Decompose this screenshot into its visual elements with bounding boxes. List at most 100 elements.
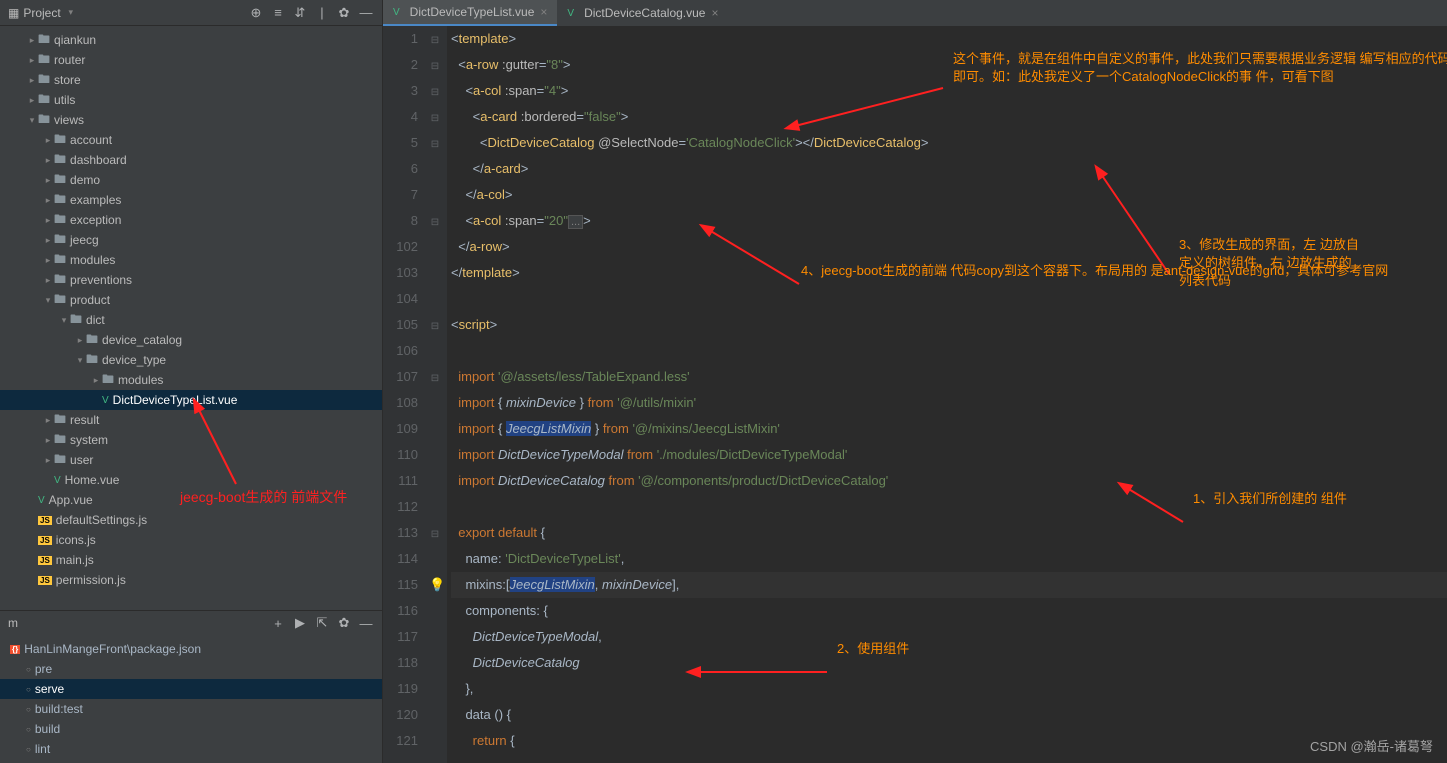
fold-gutter[interactable]: ⊟⊟⊟⊟⊟⊟⊟⊟⊟💡: [429, 26, 447, 763]
chevron-icon[interactable]: ▸: [42, 195, 54, 206]
tree-item[interactable]: JSicons.js: [0, 530, 382, 550]
collapse-icon[interactable]: ≡: [270, 5, 286, 21]
chevron-icon[interactable]: ▾: [26, 115, 38, 126]
js-icon: JS: [38, 516, 52, 525]
npm-script-item[interactable]: ○pre: [0, 659, 382, 679]
run-icon[interactable]: ▶: [292, 615, 308, 631]
tree-label: user: [70, 453, 93, 467]
tree-item[interactable]: ▸🖿preventions: [0, 270, 382, 290]
chevron-down-icon[interactable]: ▾: [65, 7, 77, 18]
tree-item[interactable]: ▾🖿dict: [0, 310, 382, 330]
npm-tree[interactable]: {}HanLinMangeFront\package.json ○pre○ser…: [0, 635, 382, 763]
folder-icon: 🖿: [70, 310, 82, 331]
tree-item[interactable]: JSmain.js: [0, 550, 382, 570]
chevron-icon[interactable]: ▸: [26, 95, 38, 106]
tree-item[interactable]: ▸🖿router: [0, 50, 382, 70]
chevron-icon[interactable]: ▸: [42, 215, 54, 226]
npm-label: lint: [35, 742, 50, 756]
tree-item[interactable]: ▸🖿system: [0, 430, 382, 450]
tree-label: modules: [118, 373, 163, 387]
project-icon: ▦: [8, 6, 19, 20]
vue-icon: V: [567, 8, 574, 19]
vue-icon: V: [102, 395, 109, 406]
tree-item[interactable]: ▸🖿qiankun: [0, 30, 382, 50]
chevron-icon[interactable]: ▸: [42, 175, 54, 186]
gear-icon[interactable]: ✿: [336, 615, 352, 631]
npm-script-item[interactable]: ○build: [0, 719, 382, 739]
chevron-icon[interactable]: ▸: [42, 415, 54, 426]
json-icon: {}: [10, 645, 20, 654]
show-options-icon[interactable]: ⇵: [292, 5, 308, 21]
folder-icon: 🖿: [54, 170, 66, 191]
tree-item[interactable]: ▾🖿views: [0, 110, 382, 130]
chevron-icon[interactable]: ▸: [42, 455, 54, 466]
tree-item[interactable]: ▸🖿account: [0, 130, 382, 150]
target-icon[interactable]: ⊕: [248, 5, 264, 21]
editor-tab[interactable]: VDictDeviceCatalog.vue×: [557, 0, 728, 26]
tree-item[interactable]: ▸🖿result: [0, 410, 382, 430]
tree-item[interactable]: ▸🖿device_catalog: [0, 330, 382, 350]
tree-item[interactable]: ▸🖿store: [0, 70, 382, 90]
chevron-icon[interactable]: ▾: [58, 315, 70, 326]
npm-script-item[interactable]: ○serve: [0, 679, 382, 699]
editor-tab[interactable]: VDictDeviceTypeList.vue×: [383, 0, 557, 26]
chevron-icon[interactable]: ▸: [26, 75, 38, 86]
chevron-icon[interactable]: ▸: [42, 135, 54, 146]
chevron-icon[interactable]: ▸: [26, 55, 38, 66]
tree-item[interactable]: ▸🖿dashboard: [0, 150, 382, 170]
chevron-icon[interactable]: ▸: [90, 375, 102, 386]
tree-label: utils: [54, 93, 75, 107]
chevron-icon[interactable]: ▸: [26, 35, 38, 46]
chevron-icon[interactable]: ▸: [42, 155, 54, 166]
project-tree[interactable]: ▸🖿qiankun▸🖿router▸🖿store▸🖿utils▾🖿views▸🖿…: [0, 26, 382, 610]
bullet-icon: ○: [26, 685, 31, 694]
hide-icon[interactable]: —: [358, 5, 374, 21]
close-icon[interactable]: ×: [711, 6, 718, 20]
npm-root[interactable]: {}HanLinMangeFront\package.json: [0, 639, 382, 659]
tree-item[interactable]: VHome.vue: [0, 470, 382, 490]
npm-header: m + ▶ ⇱ ✿ —: [0, 611, 382, 635]
tree-item[interactable]: ▸🖿 jeecg: [0, 230, 382, 250]
folder-icon: 🖿: [54, 230, 66, 251]
tree-label: qiankun: [54, 33, 96, 47]
tree-item[interactable]: VDictDeviceTypeList.vue: [0, 390, 382, 410]
js-icon: JS: [38, 536, 52, 545]
chevron-icon[interactable]: ▸: [42, 435, 54, 446]
expand-icon[interactable]: ⇱: [314, 615, 330, 631]
tree-item[interactable]: ▸🖿demo: [0, 170, 382, 190]
tree-item[interactable]: ▾🖿device_type: [0, 350, 382, 370]
tree-item[interactable]: JSdefaultSettings.js: [0, 510, 382, 530]
npm-script-item[interactable]: ○build:test: [0, 699, 382, 719]
add-icon[interactable]: +: [270, 615, 286, 631]
chevron-icon[interactable]: ▾: [42, 295, 54, 306]
tree-item[interactable]: VApp.vue: [0, 490, 382, 510]
chevron-icon[interactable]: ▸: [42, 235, 54, 246]
tree-item[interactable]: ▾🖿product: [0, 290, 382, 310]
tree-item[interactable]: ▸🖿modules: [0, 250, 382, 270]
tree-item[interactable]: JSpermission.js: [0, 570, 382, 590]
watermark: CSDN @瀚岳-诸葛弩: [1310, 736, 1433, 755]
tree-label: App.vue: [49, 493, 93, 507]
tree-item[interactable]: ▸🖿modules: [0, 370, 382, 390]
code-editor[interactable]: 1234567810210310410510610710810911011111…: [383, 26, 1447, 763]
js-icon: JS: [38, 556, 52, 565]
chevron-icon[interactable]: ▸: [42, 255, 54, 266]
chevron-icon[interactable]: ▾: [74, 355, 86, 366]
gear-icon[interactable]: ✿: [336, 5, 352, 21]
tree-item[interactable]: ▸🖿user: [0, 450, 382, 470]
js-icon: JS: [38, 576, 52, 585]
chevron-icon[interactable]: ▸: [74, 335, 86, 346]
tree-label: device_type: [102, 353, 166, 367]
close-icon[interactable]: ×: [540, 5, 547, 19]
code-area[interactable]: <template> <a-row :gutter="8"> <a-col :s…: [447, 26, 1447, 763]
editor-tabs: VDictDeviceTypeList.vue×VDictDeviceCatal…: [383, 0, 1447, 26]
tree-item[interactable]: ▸🖿utils: [0, 90, 382, 110]
tree-item[interactable]: ▸🖿examples: [0, 190, 382, 210]
tree-item[interactable]: ▸🖿exception: [0, 210, 382, 230]
npm-label: pre: [35, 662, 52, 676]
chevron-icon[interactable]: ▸: [42, 275, 54, 286]
tree-label: jeecg: [70, 233, 99, 247]
npm-script-item[interactable]: ○lint: [0, 739, 382, 759]
vue-icon: V: [54, 475, 61, 486]
hide-icon[interactable]: —: [358, 615, 374, 631]
